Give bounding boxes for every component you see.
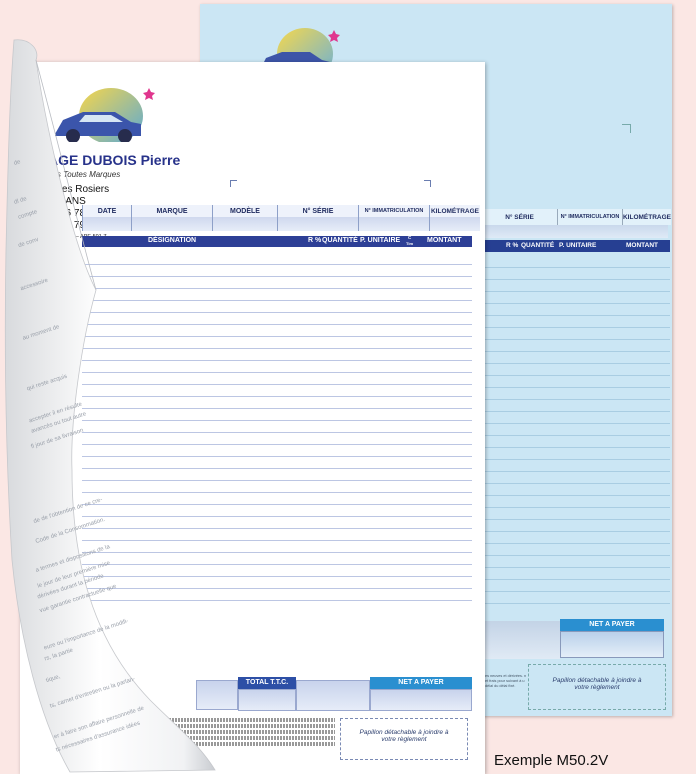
montant-label: MONTANT (427, 237, 462, 244)
back-header-values (481, 225, 668, 238)
back-prix-unitaire: P. UNITAIRE (559, 242, 597, 249)
value-cell (429, 217, 480, 231)
quantite-label: QUANTITÉ (322, 237, 358, 244)
back-papillon: Papillon détachable à joindre à votre rè… (528, 664, 666, 710)
prix-unitaire-label: P. UNITAIRE (360, 237, 401, 244)
designation-label: DÉSIGNATION (148, 237, 197, 244)
back-total-box (485, 621, 560, 659)
invoice-lines (82, 253, 472, 605)
col-marque: MARQUE (131, 205, 212, 217)
total-box (196, 680, 238, 710)
back-col-km: KILOMÉTRAGE (622, 209, 671, 225)
papillon-line2: votre règlement (381, 736, 427, 743)
back-lines (481, 256, 670, 614)
papillon-box: Papillon détachable à joindre à votre rè… (340, 718, 468, 760)
back-net-value (560, 631, 664, 658)
company-name: AGE DUBOIS Pierre (48, 152, 181, 168)
back-net-a-payer: NET A PAYER (560, 619, 664, 631)
back-designation-band: R % QUANTITÉ P. UNITAIRE MONTANT (481, 240, 670, 252)
rem-label: R % (308, 237, 322, 244)
back-rem: R % (506, 242, 519, 249)
back-col-immat: N° IMMATRICULATION (557, 209, 622, 225)
front-header-row: DATE MARQUE MODÈLE N° SÉRIE N° IMMATRICU… (82, 205, 480, 217)
value-cell (358, 217, 429, 231)
back-header-row: N° SÉRIE N° IMMATRICULATION KILOMÉTRAGE (481, 209, 671, 225)
value-cell (277, 217, 358, 231)
total-ttc-label: TOTAL T.T.C. (238, 677, 296, 689)
back-quantite: QUANTITÉ (521, 242, 555, 249)
papillon-line1: Papillon détachable à joindre à (359, 729, 449, 736)
col-kilometrage: KILOMÉTRAGE (429, 205, 480, 217)
corner-mark (622, 124, 631, 133)
value-cell (131, 217, 212, 231)
corner-mark (424, 180, 431, 187)
value-cell (212, 217, 277, 231)
col-immatriculation: N° IMMATRICULATION (358, 205, 429, 217)
back-col-serie: N° SÉRIE (481, 209, 557, 225)
value-cell (82, 217, 131, 231)
total-ttc-value (238, 689, 296, 711)
centimes-top: C (408, 235, 412, 240)
corner-mark (230, 180, 237, 187)
example-caption: Exemple M50.2V (494, 752, 609, 769)
back-papillon-line2: votre règlement (574, 684, 620, 691)
col-serie: N° SÉRIE (277, 205, 358, 217)
front-header-values (82, 217, 480, 231)
net-a-payer-value (370, 689, 472, 711)
back-montant: MONTANT (626, 242, 659, 249)
car-logo-icon (55, 88, 155, 142)
back-papillon-line1: Papillon détachable à joindre à (552, 677, 642, 684)
address-line: e des Rosiers (48, 184, 110, 195)
company-tagline: ons Toutes Marques (48, 170, 121, 179)
total-extra (296, 680, 370, 711)
back-small-note: es neuves et dérivées. n et frais pour s… (485, 674, 527, 688)
terms-small-text (145, 718, 335, 746)
net-a-payer-label: NET A PAYER (370, 677, 472, 689)
col-date: DATE (82, 205, 131, 217)
designation-band: DÉSIGNATION R % QUANTITÉ P. UNITAIRE C T… (82, 235, 472, 247)
centimes-bottom: Tim (406, 241, 414, 246)
col-modele: MODÈLE (212, 205, 277, 217)
